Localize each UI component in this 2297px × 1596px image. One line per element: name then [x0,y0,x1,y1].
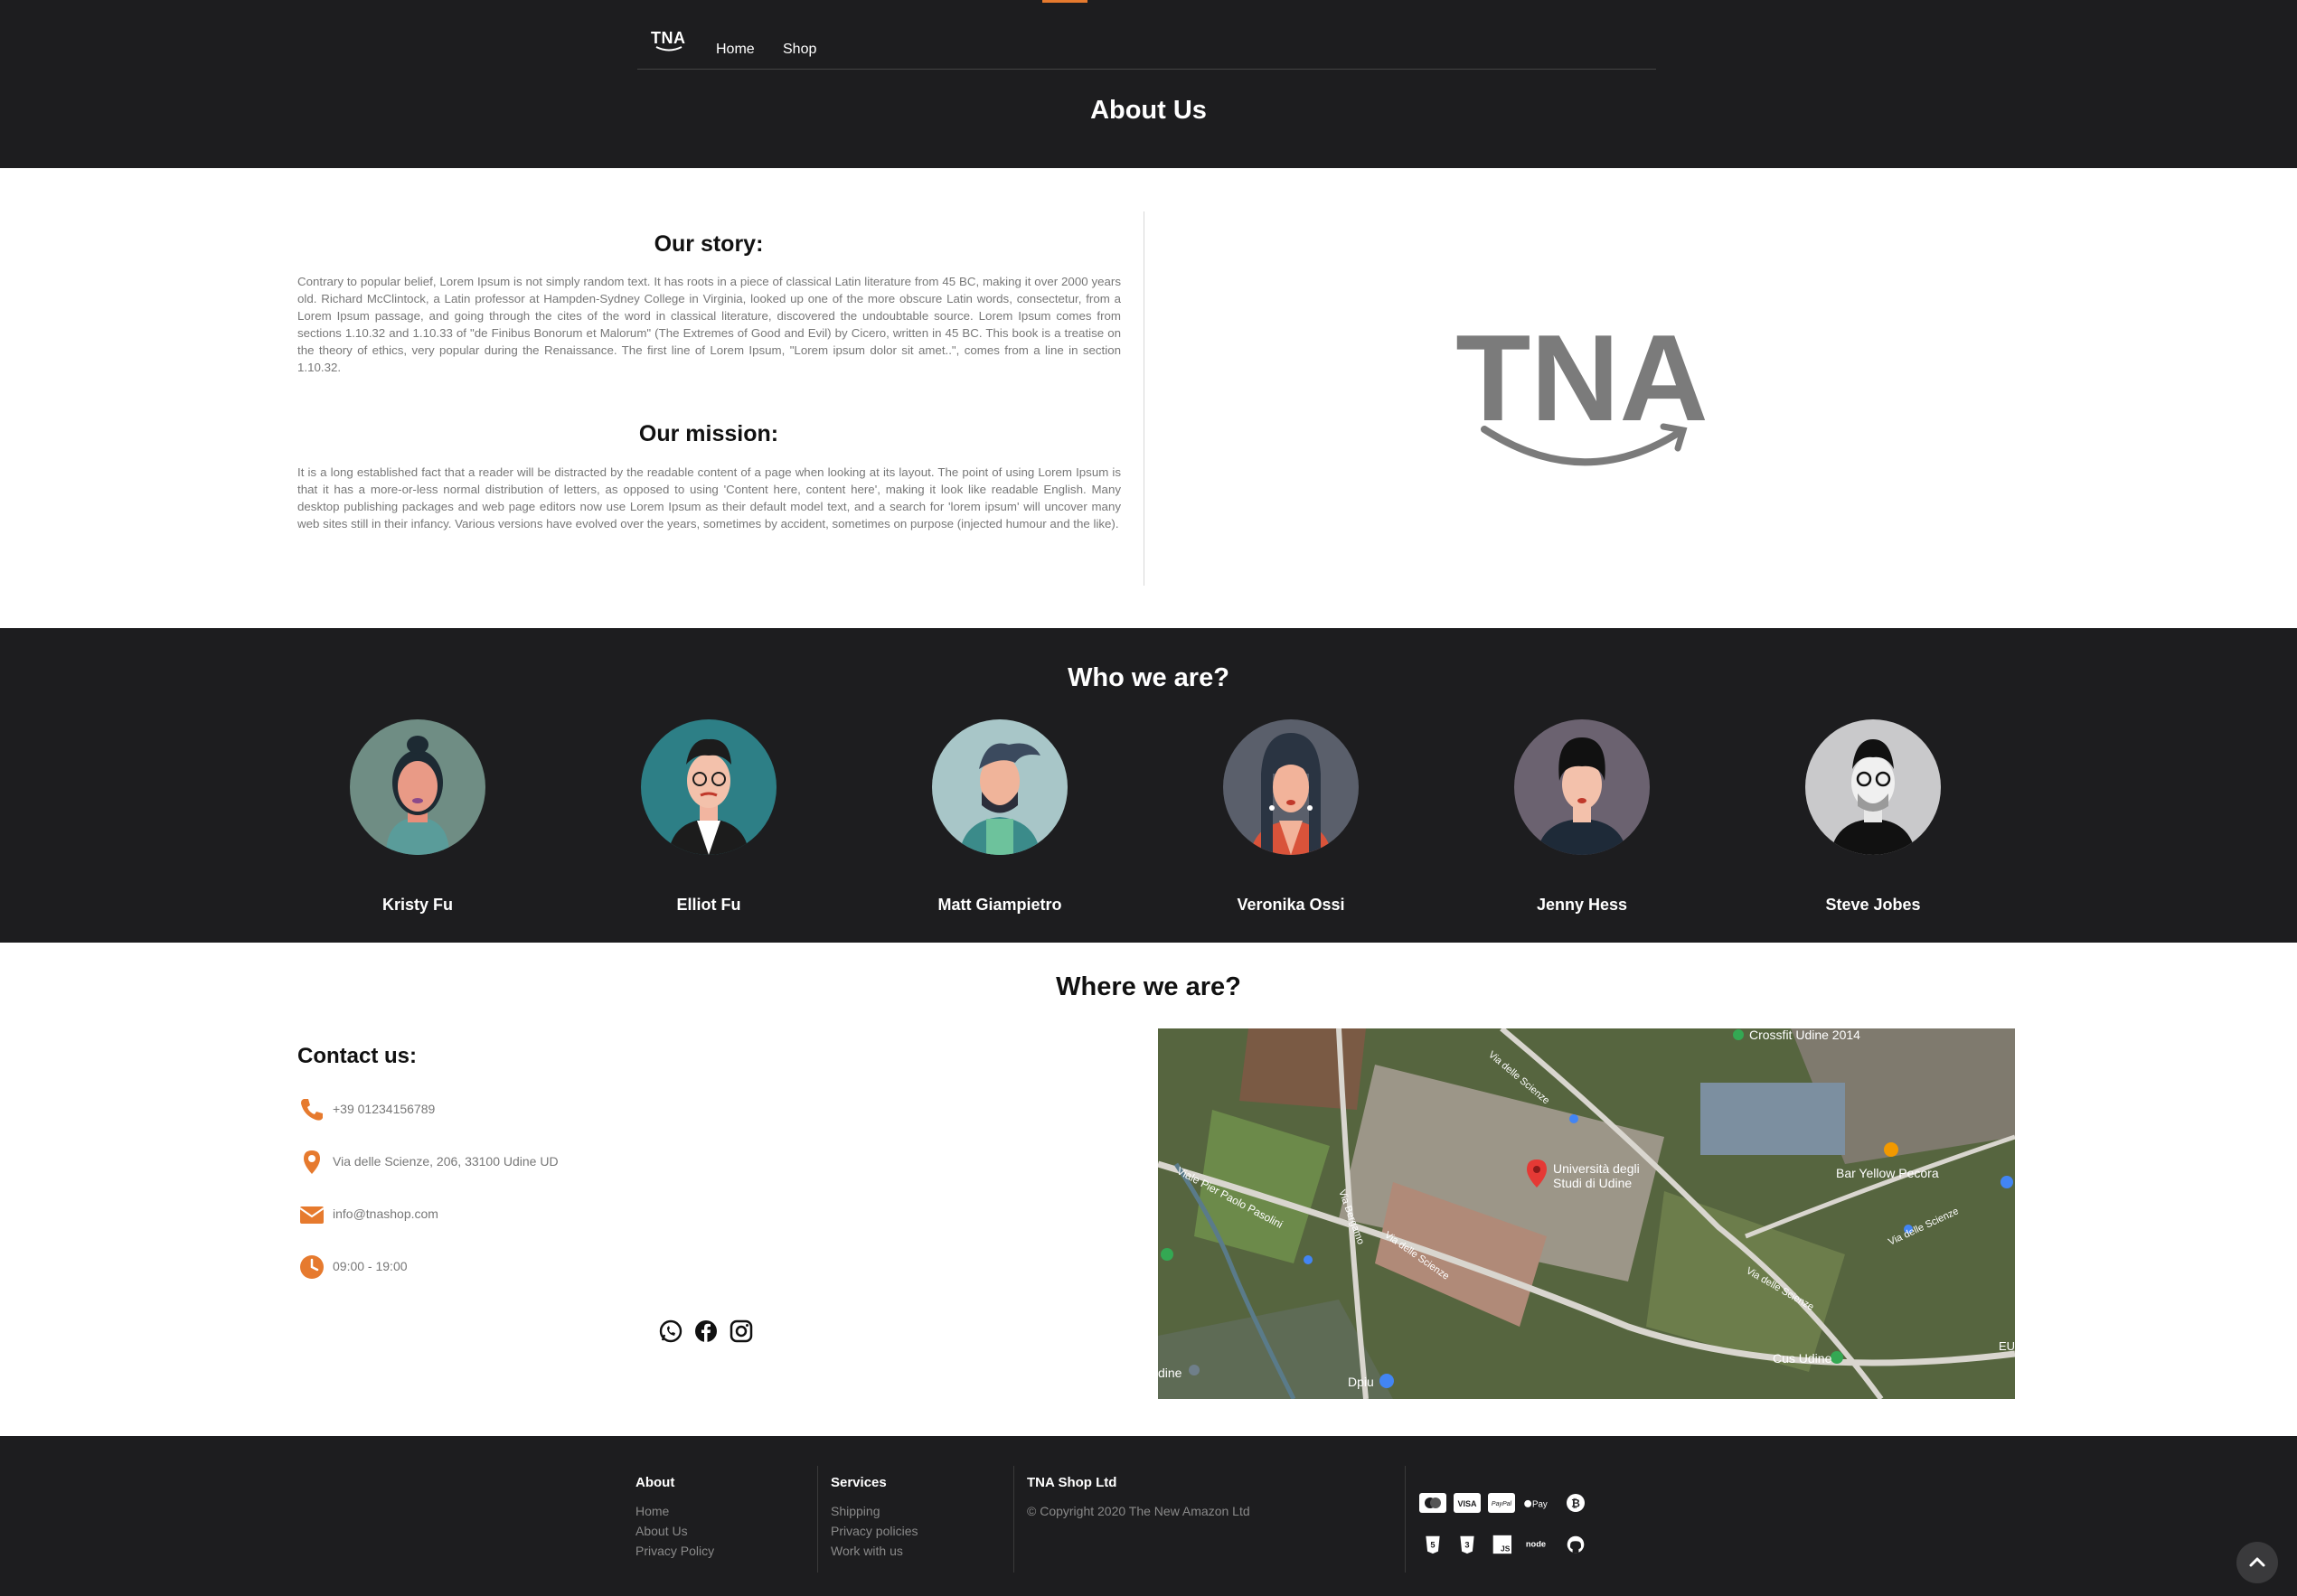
member-name: Jenny Hess [1536,896,1628,914]
member-name: Elliot Fu [676,896,741,914]
contact-heading: Contact us: [297,1044,417,1068]
node-icon: node [1526,1540,1546,1549]
location-heading: Where we are? [1056,972,1241,1001]
map-label-university-1: Università degli [1553,1161,1640,1176]
avatar [1514,719,1650,855]
nav-home[interactable]: Home [716,42,755,58]
member-name: Veronika Ossi [1237,896,1345,914]
member-name: Matt Giampietro [937,896,1062,914]
avatar [1223,719,1359,855]
avatar [350,719,485,855]
clock-icon [300,1255,324,1279]
story-text: Contrary to popular belief, Lorem Ipsum … [297,275,1121,374]
footer-divider [1013,1466,1014,1573]
footer-link-home[interactable]: Home [635,1504,669,1518]
member-name: Kristy Fu [381,896,453,914]
whatsapp-icon[interactable] [658,1319,683,1344]
site-logo-arc [655,46,683,52]
svg-text:₿: ₿ [1571,1497,1580,1510]
mission-text: It is a long established fact that a rea… [297,465,1121,530]
footer-link-privacy-policies[interactable]: Privacy policies [831,1524,918,1538]
paypal-icon: PayPal [1488,1493,1515,1513]
css3-icon: 3 [1460,1535,1474,1554]
footer-link-work-with-us[interactable]: Work with us [831,1544,903,1558]
header [0,0,2297,168]
svg-text:JS: JS [1501,1544,1511,1554]
page-title: About Us [1090,96,1207,125]
map-label-dpiu: Dpiu [1348,1375,1374,1389]
footer-divider [817,1466,818,1573]
team-heading: Who we are? [1068,663,1229,692]
svg-text:3: 3 [1464,1540,1469,1549]
phone-text: +39 01234156789 [333,1102,436,1116]
scroll-to-top-button[interactable] [2236,1542,2278,1583]
js-icon: JS [1492,1535,1511,1554]
map-label-bar: Bar Yellow Pecora [1836,1166,1939,1180]
instagram-icon[interactable] [729,1319,754,1344]
footer-about-heading: About [635,1475,675,1490]
mission-heading: Our mission: [638,421,779,446]
avatar [641,719,777,855]
footer-copyright: © Copyright 2020 The New Amazon Ltd [1027,1504,1250,1518]
member-name: Steve Jobes [1825,896,1921,914]
story-heading: Our story: [654,231,764,257]
phone-icon [301,1099,323,1121]
svg-text:PayPal: PayPal [1492,1501,1512,1507]
facebook-icon[interactable] [693,1319,719,1344]
avatar [932,719,1068,855]
bitcoin-icon: ₿ [1567,1494,1585,1512]
satellite-map-image: Università degli Studi di Udine Crossfit… [1158,1028,2015,1399]
map-label-university-2: Studi di Udine [1553,1176,1632,1190]
footer-company-heading: TNA Shop Ltd [1027,1475,1117,1490]
chevron-up-icon [2249,1557,2265,1567]
map-label-eu: EU [1999,1339,2015,1353]
avatar [1805,719,1941,855]
mastercard-icon [1419,1493,1446,1513]
visa-icon: VISA [1454,1493,1481,1513]
apple-pay-icon: Pay [1524,1499,1548,1509]
address-text: Via delle Scienze, 206, 33100 Udine UD [333,1154,559,1169]
nav-divider [637,69,1656,70]
tna-logo-large: TNA [1455,316,1709,466]
location-map[interactable]: Università degli Studi di Udine Crossfit… [1158,1028,2015,1399]
top-accent-bar [1042,0,1087,3]
footer-link-privacy-policy[interactable]: Privacy Policy [635,1544,714,1558]
email-text: info@tnashop.com [333,1206,438,1221]
svg-text:node: node [1526,1540,1546,1549]
nav-shop[interactable]: Shop [783,42,816,58]
hours-text: 09:00 - 19:00 [333,1259,408,1273]
envelope-icon [299,1206,325,1224]
github-icon [1567,1535,1585,1554]
map-label-udine: dine [1158,1366,1182,1380]
svg-text:5: 5 [1430,1540,1435,1549]
footer-services-heading: Services [831,1475,887,1490]
map-label-cus: Cus Udine [1773,1351,1832,1366]
svg-text:Pay: Pay [1532,1499,1548,1509]
footer-link-about-us[interactable]: About Us [635,1524,688,1538]
footer-link-shipping[interactable]: Shipping [831,1504,880,1518]
map-label-crossfit: Crossfit Udine 2014 [1749,1028,1860,1042]
html5-icon: 5 [1426,1535,1440,1554]
location-pin-icon [304,1150,320,1174]
footer-divider [1405,1466,1406,1573]
svg-text:VISA: VISA [1457,1499,1477,1508]
